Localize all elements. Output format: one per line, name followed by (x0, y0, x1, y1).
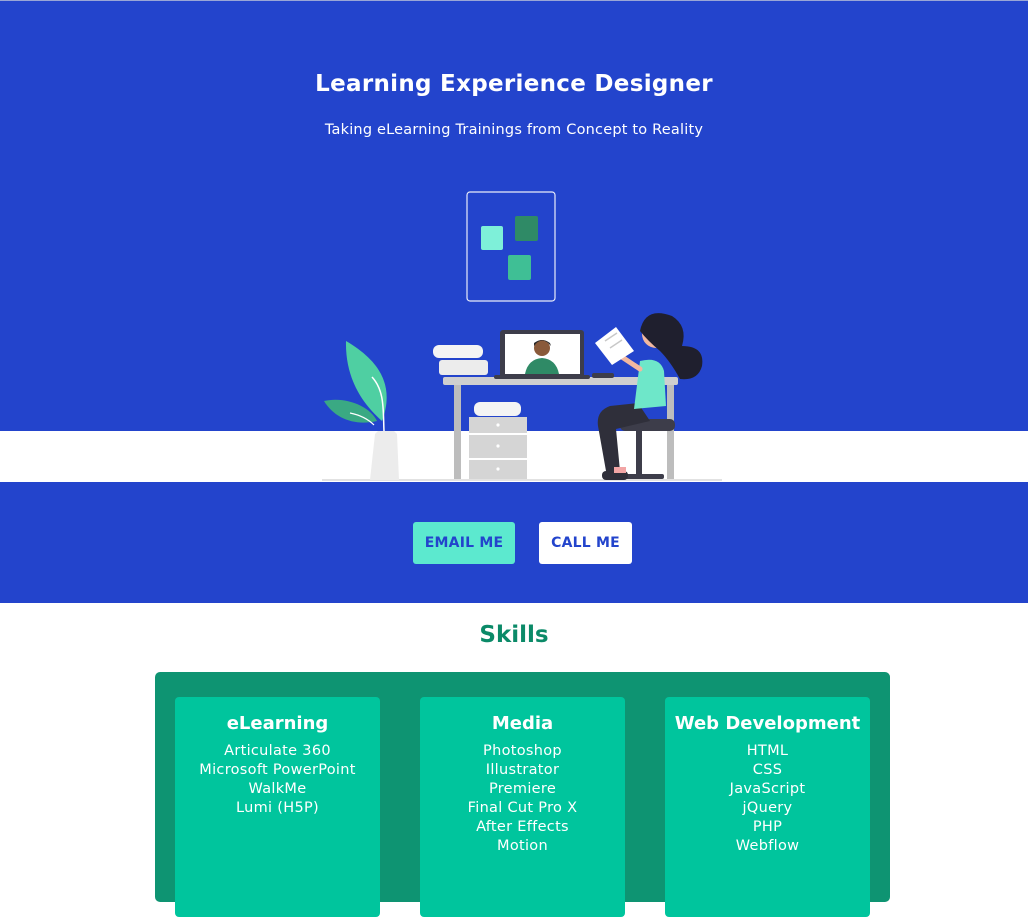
skill-item: HTML (746, 743, 789, 759)
skill-item: Illustrator (485, 762, 560, 778)
skill-item: Photoshop (483, 743, 562, 759)
skill-item: jQuery (742, 800, 793, 816)
desk-illustration (322, 191, 722, 481)
skill-item: Final Cut Pro X (467, 800, 578, 816)
skill-list: HTML CSS JavaScript jQuery PHP Webflow (665, 742, 870, 856)
skill-item: CSS (752, 762, 783, 778)
wall-frame-icon (466, 191, 556, 302)
skill-item: WalkMe (248, 781, 307, 797)
skill-item: Microsoft PowerPoint (199, 762, 356, 778)
person-reading-icon (595, 313, 703, 480)
skill-list: Articulate 360 Microsoft PowerPoint Walk… (175, 742, 380, 818)
skill-card-title: Web Development (674, 713, 861, 734)
skill-list: Photoshop Illustrator Premiere Final Cut… (420, 742, 625, 856)
call-me-button[interactable]: CALL ME (539, 522, 632, 564)
laptop-icon (494, 330, 614, 379)
skill-item: PHP (752, 819, 783, 835)
skills-heading: Skills (479, 622, 549, 648)
skill-card-web-development: Web Development HTML CSS JavaScript jQue… (665, 697, 870, 917)
plant-icon (324, 341, 399, 480)
skill-item: Lumi (H5P) (236, 800, 319, 816)
skill-item: Webflow (735, 838, 800, 854)
skill-card-title: Media (491, 713, 554, 734)
skill-card-media: Media Photoshop Illustrator Premiere Fin… (420, 697, 625, 917)
email-me-button[interactable]: EMAIL ME (413, 522, 515, 564)
skill-item: After Effects (476, 819, 569, 835)
skill-item: JavaScript (729, 781, 806, 797)
skill-item: Premiere (488, 781, 557, 797)
hero-section: Learning Experience Designer Taking eLea… (0, 0, 1028, 603)
skill-card-title: eLearning (226, 713, 329, 734)
skills-panel: eLearning Articulate 360 Microsoft Power… (155, 672, 890, 917)
skill-item: Motion (497, 838, 548, 854)
skill-card-elearning: eLearning Articulate 360 Microsoft Power… (175, 697, 380, 917)
skill-item: Articulate 360 (224, 743, 331, 759)
